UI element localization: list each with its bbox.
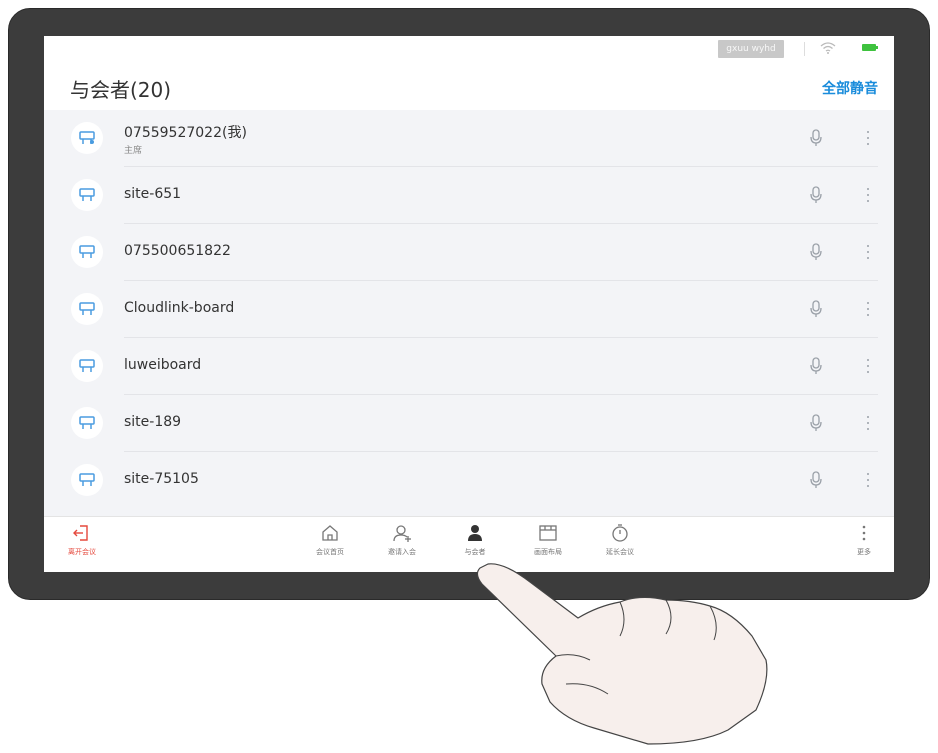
mute-all-button[interactable]: 全部静音 <box>822 78 878 98</box>
microphone-icon[interactable] <box>809 471 823 489</box>
microphone-icon[interactable] <box>809 186 823 204</box>
more-vertical-icon <box>862 525 866 541</box>
layout-icon <box>539 525 557 541</box>
more-options-icon[interactable] <box>864 243 872 261</box>
extend-meeting-button[interactable]: 延长会议 <box>592 523 648 557</box>
participant-row[interactable]: site-75105 <box>44 452 894 509</box>
participant-row[interactable]: site-189 <box>44 395 894 452</box>
terminal-icon <box>71 464 103 496</box>
participant-row[interactable]: site-651 <box>44 167 894 224</box>
layout-button[interactable]: 画面布局 <box>520 523 576 557</box>
status-bar: gxuu wyhd <box>44 36 894 66</box>
leave-meeting-button[interactable]: 离开会议 <box>54 523 110 557</box>
participant-row[interactable]: Cloudlink-board <box>44 281 894 338</box>
participant-role: 主席 <box>124 146 143 156</box>
timer-icon <box>612 524 628 542</box>
home-icon <box>322 525 338 541</box>
participant-name: site-75105 <box>124 471 199 487</box>
terminal-icon <box>71 236 103 268</box>
microphone-icon[interactable] <box>809 243 823 261</box>
participants-tab-button[interactable]: 与会者 <box>447 523 503 557</box>
terminal-icon <box>71 350 103 382</box>
participant-row[interactable]: 075500651822 <box>44 224 894 281</box>
more-options-icon[interactable] <box>864 300 872 318</box>
terminal-icon <box>71 407 103 439</box>
participants-label: 与会者 <box>464 548 486 556</box>
page-title: 与会者(20) <box>70 78 172 102</box>
layout-label: 画面布局 <box>534 548 562 556</box>
participant-name: luweiboard <box>124 357 202 373</box>
participant-name: 075500651822 <box>124 243 231 259</box>
wifi-icon <box>820 42 836 54</box>
leave-meeting-label: 离开会议 <box>68 548 96 556</box>
microphone-icon[interactable] <box>809 129 823 147</box>
participant-name: Cloudlink-board <box>124 300 235 316</box>
meeting-home-label: 会议首页 <box>316 548 344 556</box>
more-options-icon[interactable] <box>864 186 872 204</box>
network-badge: gxuu wyhd <box>718 40 784 58</box>
battery-icon <box>862 44 878 51</box>
terminal-icon <box>71 122 103 154</box>
participant-list: 07559527022(我) 主席 site-651 075500651822 <box>44 110 894 516</box>
invite-button[interactable]: 邀请入会 <box>374 523 430 557</box>
exit-icon <box>73 525 88 541</box>
more-options-icon[interactable] <box>864 357 872 375</box>
participant-name: 07559527022(我) <box>124 125 247 141</box>
participant-name: site-189 <box>124 414 182 430</box>
page-header: 与会者(20) 全部静音 <box>44 66 894 110</box>
extend-meeting-label: 延长会议 <box>606 548 634 556</box>
more-button[interactable]: 更多 <box>836 523 892 557</box>
microphone-icon[interactable] <box>809 300 823 318</box>
more-options-icon[interactable] <box>864 471 872 489</box>
more-options-icon[interactable] <box>864 414 872 432</box>
pointing-hand-illustration <box>476 563 768 745</box>
status-divider <box>804 42 805 56</box>
participant-row[interactable]: 07559527022(我) 主席 <box>44 110 894 167</box>
terminal-icon <box>71 179 103 211</box>
more-options-icon[interactable] <box>864 129 872 147</box>
meeting-home-button[interactable]: 会议首页 <box>302 523 358 557</box>
participant-name: site-651 <box>124 186 182 202</box>
microphone-icon[interactable] <box>809 414 823 432</box>
add-user-icon <box>393 525 411 542</box>
more-label: 更多 <box>857 548 871 556</box>
user-icon <box>468 525 482 541</box>
tablet-screen: gxuu wyhd 与会者(20) 全部静音 07559527022(我) 主席 <box>44 36 894 572</box>
invite-label: 邀请入会 <box>388 548 416 556</box>
participant-row[interactable]: luweiboard <box>44 338 894 395</box>
terminal-icon <box>71 293 103 325</box>
microphone-icon[interactable] <box>809 357 823 375</box>
